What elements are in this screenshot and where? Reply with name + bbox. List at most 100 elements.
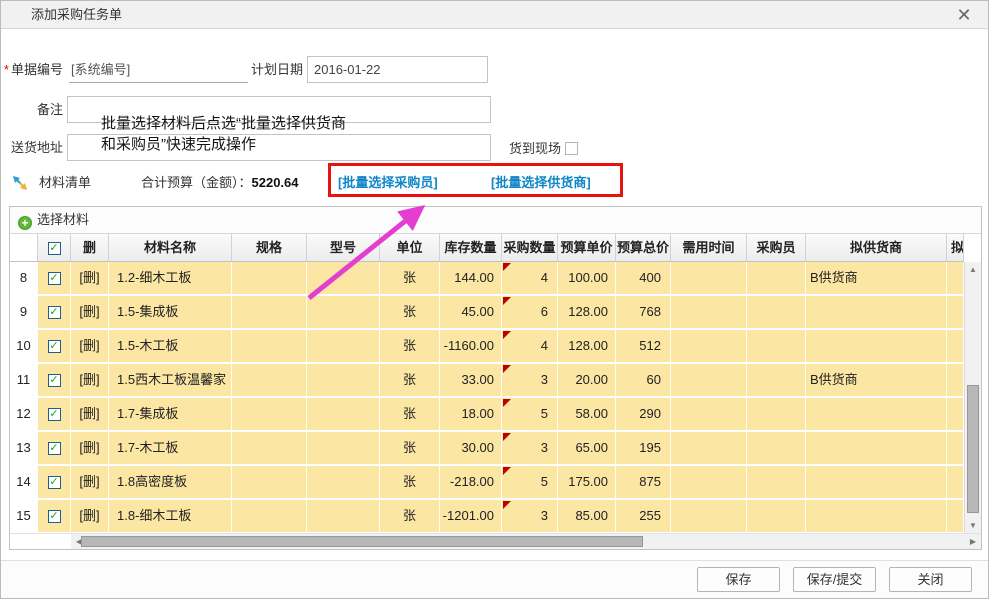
- vertical-scrollbar[interactable]: ▲ ▼: [964, 262, 981, 534]
- qty-cell[interactable]: 4: [502, 262, 558, 294]
- partial-cell: [947, 262, 964, 294]
- batch-select-buyer-link[interactable]: [批量选择采购员]: [338, 171, 438, 195]
- total-cell: 290: [616, 398, 671, 430]
- select-all-checkbox[interactable]: ✓: [48, 242, 61, 255]
- plan-date-field[interactable]: 2016-01-22: [307, 56, 488, 83]
- row-checkbox[interactable]: ✓: [48, 306, 61, 319]
- name-cell: 1.5西木工板温馨家: [109, 364, 232, 396]
- row-checkbox[interactable]: ✓: [48, 340, 61, 353]
- num-cell: 14: [10, 466, 38, 498]
- save-button[interactable]: 保存: [697, 567, 780, 592]
- table-row: 15✓[删]1.8-细木工板张-1201.00385.00255: [10, 500, 964, 534]
- buyer-cell: [747, 330, 806, 362]
- total-budget: 合计预算（金额）：5220.64: [141, 171, 299, 195]
- edited-marker: [503, 331, 511, 339]
- scroll-up-icon[interactable]: ▲: [965, 262, 981, 278]
- buyer-cell: [747, 364, 806, 396]
- supplier-cell: [806, 466, 947, 498]
- partial-cell: [947, 296, 964, 328]
- price-cell: 58.00: [558, 398, 616, 430]
- delete-row-link[interactable]: [删]: [71, 262, 109, 294]
- buyer-cell: [747, 432, 806, 464]
- qty-cell[interactable]: 5: [502, 466, 558, 498]
- horizontal-scrollbar: ◀ ▶: [10, 533, 981, 549]
- total-cell: 60: [616, 364, 671, 396]
- table-row: 14✓[删]1.8高密度板张-218.005175.00875: [10, 466, 964, 500]
- qty-cell[interactable]: 3: [502, 432, 558, 464]
- name-cell: 1.7-集成板: [109, 398, 232, 430]
- spec-cell: [232, 296, 307, 328]
- header-arrival: 拟到: [947, 234, 964, 261]
- header-spec: 规格: [232, 234, 307, 261]
- header-delete: 删: [71, 234, 109, 261]
- stock-cell: -1201.00: [440, 500, 502, 532]
- row-checkbox[interactable]: ✓: [48, 442, 61, 455]
- doc-no-field[interactable]: [系统编号]: [69, 56, 248, 83]
- need_time-cell: [671, 466, 747, 498]
- edited-marker: [503, 365, 511, 373]
- spec-cell: [232, 500, 307, 532]
- delete-row-link[interactable]: [删]: [71, 330, 109, 362]
- model-cell: [307, 364, 380, 396]
- header-need-time: 需用时间: [671, 234, 747, 261]
- remark-field[interactable]: [67, 96, 491, 123]
- model-cell: [307, 398, 380, 430]
- qty-cell[interactable]: 4: [502, 330, 558, 362]
- qty-cell[interactable]: 5: [502, 398, 558, 430]
- spec-cell: [232, 432, 307, 464]
- add-plus-icon: +: [18, 216, 32, 230]
- required-marker: *: [4, 62, 9, 77]
- qty-cell[interactable]: 3: [502, 500, 558, 532]
- unit-cell: 张: [380, 500, 440, 532]
- spec-cell: [232, 466, 307, 498]
- header-material-name: 材料名称: [109, 234, 232, 261]
- delete-row-link[interactable]: [删]: [71, 466, 109, 498]
- onsite-label: 货到现场: [509, 141, 561, 156]
- close-button[interactable]: 关闭: [889, 567, 972, 592]
- table-row: 9✓[删]1.5-集成板张45.006128.00768: [10, 296, 964, 330]
- scroll-right-icon[interactable]: ▶: [965, 534, 981, 550]
- qty-cell[interactable]: 6: [502, 296, 558, 328]
- delete-row-link[interactable]: [删]: [71, 398, 109, 430]
- address-field[interactable]: [67, 134, 491, 161]
- supplier-cell: B供货商: [806, 364, 947, 396]
- header-buyer: 采购员: [747, 234, 806, 261]
- row-checkbox[interactable]: ✓: [48, 374, 61, 387]
- delete-row-link[interactable]: [删]: [71, 500, 109, 532]
- supplier-cell: [806, 500, 947, 532]
- delete-row-link[interactable]: [删]: [71, 296, 109, 328]
- price-cell: 175.00: [558, 466, 616, 498]
- stock-cell: -218.00: [440, 466, 502, 498]
- unit-cell: 张: [380, 364, 440, 396]
- close-icon[interactable]: ✕: [954, 5, 974, 25]
- row-checkbox[interactable]: ✓: [48, 510, 61, 523]
- save-submit-button[interactable]: 保存/提交: [793, 567, 876, 592]
- qty-cell[interactable]: 3: [502, 364, 558, 396]
- header-budget-total: 预算总价: [616, 234, 671, 261]
- collapse-arrows-icon[interactable]: [11, 174, 29, 192]
- partial-cell: [947, 330, 964, 362]
- supplier-cell: [806, 432, 947, 464]
- header-supplier: 拟供货商: [806, 234, 947, 261]
- select-material-button[interactable]: +选择材料: [18, 212, 89, 227]
- vertical-scroll-thumb[interactable]: [967, 385, 979, 513]
- stock-cell: -1160.00: [440, 330, 502, 362]
- batch-select-supplier-link[interactable]: [批量选择供货商]: [491, 171, 591, 195]
- num-cell: 10: [10, 330, 38, 362]
- edited-marker: [503, 501, 511, 509]
- scroll-down-icon[interactable]: ▼: [965, 518, 981, 534]
- check-cell: ✓: [38, 466, 71, 498]
- row-checkbox[interactable]: ✓: [48, 408, 61, 421]
- onsite-checkbox[interactable]: [565, 142, 578, 155]
- row-checkbox[interactable]: ✓: [48, 272, 61, 285]
- material-grid: +选择材料 ✓ 删 材料名称 规格 型号 单位 库存数量 采购数量 预算单价 预…: [9, 206, 982, 550]
- model-cell: [307, 262, 380, 294]
- plan-date-label: 计划日期: [241, 56, 303, 83]
- stock-cell: 33.00: [440, 364, 502, 396]
- delete-row-link[interactable]: [删]: [71, 364, 109, 396]
- horizontal-scroll-thumb[interactable]: [81, 536, 643, 547]
- row-checkbox[interactable]: ✓: [48, 476, 61, 489]
- need_time-cell: [671, 262, 747, 294]
- horizontal-scroll-track[interactable]: ◀ ▶: [71, 534, 981, 549]
- delete-row-link[interactable]: [删]: [71, 432, 109, 464]
